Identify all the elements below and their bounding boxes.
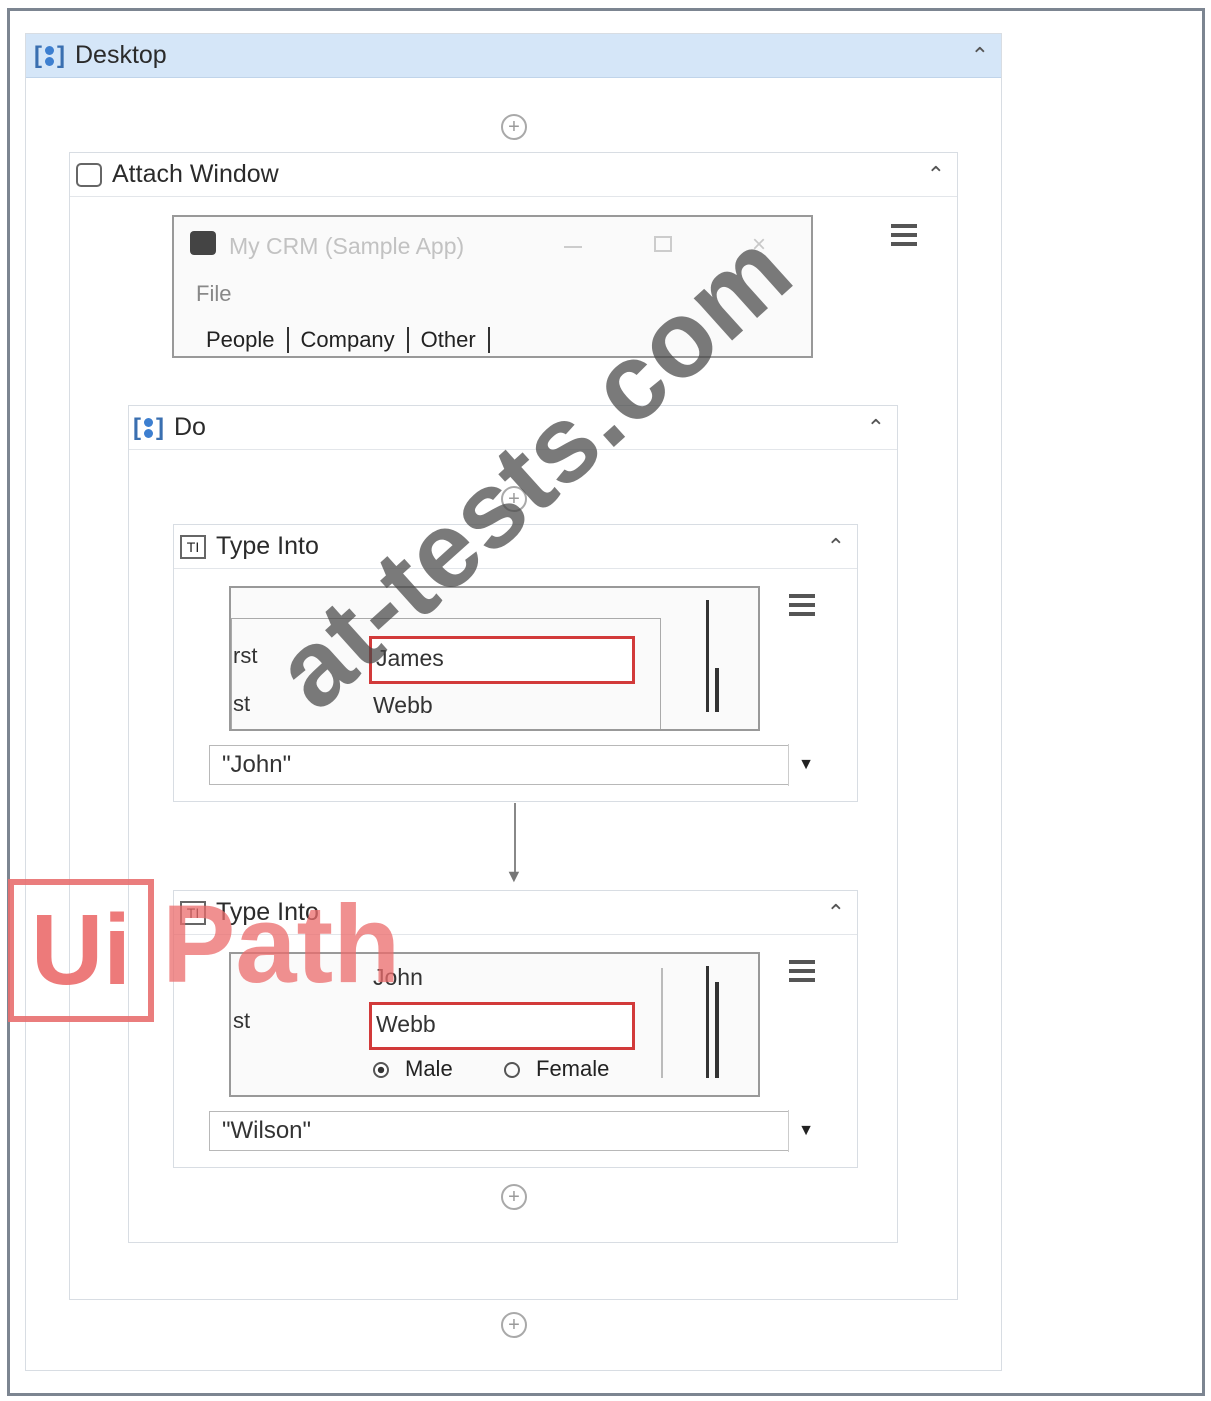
options-menu-icon[interactable] xyxy=(789,960,815,987)
sequence-icon: [] xyxy=(34,41,65,69)
attach-window-icon xyxy=(76,162,102,187)
radio-unchecked-icon xyxy=(504,1062,520,1078)
collapse-icon[interactable]: ⌃ xyxy=(971,44,989,67)
text-input[interactable]: "Wilson" xyxy=(209,1111,789,1151)
last-name-field[interactable]: Webb xyxy=(373,692,433,719)
minimize-icon xyxy=(564,246,582,248)
collapse-icon[interactable]: ⌃ xyxy=(827,535,845,558)
type-into-icon: TI xyxy=(180,534,206,559)
attach-window-header[interactable]: Attach Window ⌃ xyxy=(70,153,957,197)
tab-people: People xyxy=(194,327,289,353)
scrollbar-line xyxy=(715,982,719,1078)
dropdown-arrow-icon[interactable]: ▼ xyxy=(788,1110,823,1152)
uipath-logo-text: Path xyxy=(162,883,401,1006)
scrollbar-line xyxy=(715,668,719,712)
menu-file: File xyxy=(196,281,232,306)
sequence-icon: [] xyxy=(133,413,164,441)
radio-checked-icon xyxy=(373,1062,389,1078)
add-activity-button[interactable]: + xyxy=(501,114,527,140)
collapse-icon[interactable]: ⌃ xyxy=(927,163,945,186)
collapse-icon[interactable]: ⌃ xyxy=(827,901,845,924)
attach-window-title: Attach Window xyxy=(112,160,279,188)
last-name-label: st xyxy=(233,1008,251,1033)
options-menu-icon[interactable] xyxy=(891,224,917,251)
first-name-label: rst xyxy=(233,643,258,668)
scrollbar-line xyxy=(706,600,709,712)
dropdown-arrow-icon[interactable]: ▼ xyxy=(788,744,823,786)
divider-line xyxy=(661,968,663,1078)
connector-line xyxy=(514,803,516,875)
collapse-icon[interactable]: ⌃ xyxy=(867,416,885,439)
options-menu-icon[interactable] xyxy=(789,594,815,621)
scrollbar-line xyxy=(706,966,709,1078)
tab-other: Other xyxy=(409,327,490,353)
radio-female-label: Female xyxy=(536,1056,610,1081)
maximize-icon xyxy=(654,236,672,252)
uipath-logo: Ui xyxy=(8,879,154,1022)
do-title: Do xyxy=(174,413,206,441)
arrow-down-icon: ▼ xyxy=(505,866,523,886)
last-name-label: st xyxy=(233,691,251,716)
app-tabs: People Company Other xyxy=(194,327,490,353)
app-icon xyxy=(190,231,216,255)
tab-company: Company xyxy=(289,327,409,353)
desktop-title: Desktop xyxy=(75,41,167,69)
desktop-header[interactable]: [] Desktop ⌃ xyxy=(26,34,1001,78)
radio-male-label: Male xyxy=(405,1056,453,1081)
add-activity-button[interactable]: + xyxy=(501,1184,527,1210)
add-activity-button[interactable]: + xyxy=(501,1312,527,1338)
app-title: My CRM (Sample App) xyxy=(229,233,465,259)
last-name-field[interactable]: Webb xyxy=(369,1002,635,1050)
text-input[interactable]: "John" xyxy=(209,745,789,785)
type-into-title: Type Into xyxy=(216,532,319,560)
